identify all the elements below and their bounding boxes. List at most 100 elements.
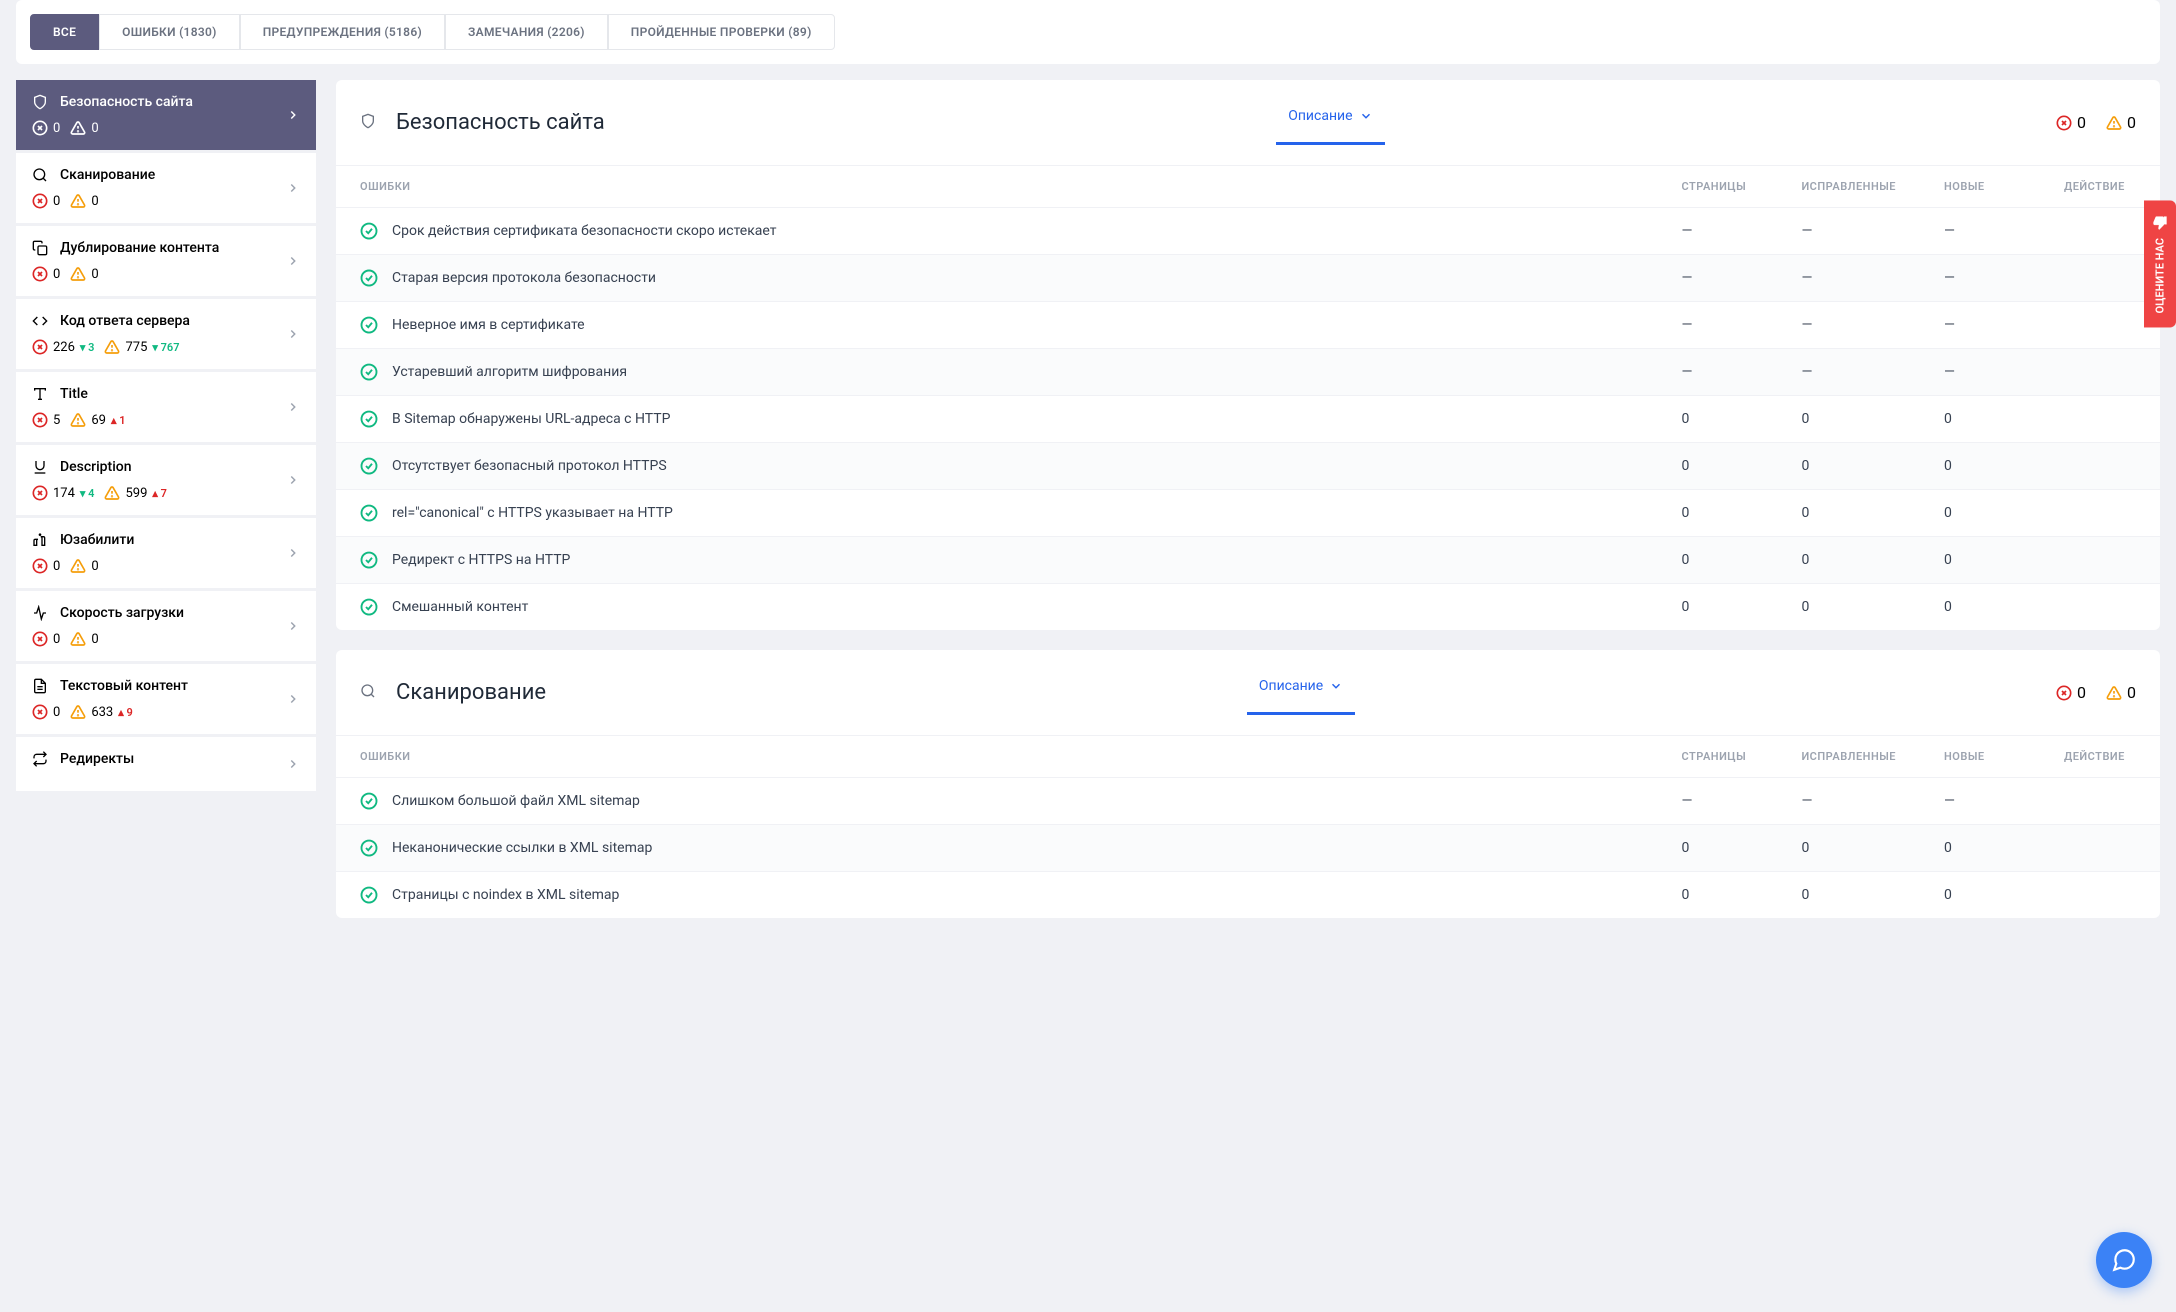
- sidebar-item-code[interactable]: Код ответа сервера 226▾ 3 775▾ 767: [16, 299, 316, 369]
- pages-count: 0: [1657, 825, 1777, 872]
- sidebar-item-label: Title: [60, 386, 88, 402]
- column-header: СТРАНИЦЫ: [1657, 736, 1777, 778]
- chevron-right-icon: [286, 327, 300, 341]
- check-icon: [360, 316, 378, 334]
- error-icon: [32, 412, 48, 428]
- table-row[interactable]: Слишком большой файл XML sitemap — — —: [336, 778, 2160, 825]
- check-icon: [360, 792, 378, 810]
- error-icon: [32, 120, 48, 136]
- action-cell: [2040, 537, 2160, 584]
- sidebar-item-label: Редиректы: [60, 751, 134, 767]
- error-icon: [32, 631, 48, 647]
- sidebar-item-underline[interactable]: Description 174▾ 4 599▴ 7: [16, 445, 316, 515]
- speed-icon: [32, 605, 48, 621]
- table-row[interactable]: Срок действия сертификата безопасности с…: [336, 208, 2160, 255]
- error-name: rel="canonical" с HTTPS указывает на HTT…: [392, 505, 673, 521]
- tab-ошибки-1830-[interactable]: ОШИБКИ (1830): [99, 14, 240, 50]
- warning-icon: [2106, 685, 2122, 701]
- pages-count: 0: [1657, 443, 1777, 490]
- sidebar-item-text[interactable]: Текстовый контент 0 633▴ 9: [16, 664, 316, 734]
- code-icon: [32, 313, 48, 329]
- new-count: 0: [1920, 537, 2040, 584]
- chevron-right-icon: [286, 181, 300, 195]
- section-warning-count: 0: [2127, 683, 2136, 702]
- sidebar-item-sparkle[interactable]: Юзабилити 0 0: [16, 518, 316, 588]
- chevron-right-icon: [286, 692, 300, 706]
- table-row[interactable]: Неканонические ссылки в XML sitemap 0 0 …: [336, 825, 2160, 872]
- error-name: В Sitemap обнаружены URL-адреса с HTTP: [392, 411, 670, 427]
- table-row[interactable]: Устаревший алгоритм шифрования — — —: [336, 349, 2160, 396]
- chevron-right-icon: [286, 619, 300, 633]
- warning-count: 633: [91, 705, 113, 720]
- feedback-button[interactable]: ОЦЕНИТЕ НАС: [2144, 200, 2176, 327]
- table-row[interactable]: В Sitemap обнаружены URL-адреса с HTTP 0…: [336, 396, 2160, 443]
- warning-icon: [70, 120, 86, 136]
- table-row[interactable]: Смешанный контент 0 0 0: [336, 584, 2160, 631]
- sidebar-item-shield[interactable]: Безопасность сайта 0 0: [16, 80, 316, 150]
- table-row[interactable]: Неверное имя в сертификате — — —: [336, 302, 2160, 349]
- fixed-count: —: [1777, 255, 1920, 302]
- table-row[interactable]: Отсутствует безопасный протокол HTTPS 0 …: [336, 443, 2160, 490]
- chevron-right-icon: [286, 757, 300, 771]
- sidebar-item-speed[interactable]: Скорость загрузки 0 0: [16, 591, 316, 661]
- column-header: ОШИБКИ: [336, 166, 1657, 208]
- warning-count: 599: [125, 486, 147, 501]
- description-tab[interactable]: Описание: [1247, 670, 1355, 715]
- column-header: ИСПРАВЛЕННЫЕ: [1777, 166, 1920, 208]
- feedback-label: ОЦЕНИТЕ НАС: [2154, 238, 2167, 313]
- check-icon: [360, 839, 378, 857]
- pages-count: 0: [1657, 396, 1777, 443]
- column-header: ИСПРАВЛЕННЫЕ: [1777, 736, 1920, 778]
- sidebar-item-label: Сканирование: [60, 167, 155, 183]
- sidebar-item-label: Текстовый контент: [60, 678, 188, 694]
- tab-замечания-2206-[interactable]: ЗАМЕЧАНИЯ (2206): [445, 14, 608, 50]
- chat-button[interactable]: [2096, 1232, 2152, 1288]
- new-count: 0: [1920, 584, 2040, 631]
- redirect-icon: [32, 751, 48, 767]
- fixed-count: —: [1777, 778, 1920, 825]
- sidebar-item-label: Код ответа сервера: [60, 313, 190, 329]
- sidebar-item-search[interactable]: Сканирование 0 0: [16, 153, 316, 223]
- pages-count: 0: [1657, 537, 1777, 584]
- warning-count: 0: [91, 559, 98, 574]
- tab-предупреждения-5186-[interactable]: ПРЕДУПРЕЖДЕНИЯ (5186): [240, 14, 445, 50]
- errors-table: ОШИБКИСТРАНИЦЫИСПРАВЛЕННЫЕНОВЫЕДЕЙСТВИЕ …: [336, 165, 2160, 630]
- sidebar-item-type[interactable]: Title 5 69▴ 1: [16, 372, 316, 442]
- underline-icon: [32, 459, 48, 475]
- text-icon: [32, 678, 48, 694]
- search-icon: [32, 167, 48, 183]
- main-content: Безопасность сайта Описание 0 0 ОШИБКИСТ…: [336, 80, 2160, 918]
- errors-table: ОШИБКИСТРАНИЦЫИСПРАВЛЕННЫЕНОВЫЕДЕЙСТВИЕ …: [336, 735, 2160, 918]
- check-icon: [360, 551, 378, 569]
- tab-пройденные-проверки-89-[interactable]: ПРОЙДЕННЫЕ ПРОВЕРКИ (89): [608, 14, 835, 50]
- fixed-count: 0: [1777, 396, 1920, 443]
- warning-count: 775: [125, 340, 147, 355]
- action-cell: [2040, 490, 2160, 537]
- error-name: Неверное имя в сертификате: [392, 317, 585, 333]
- section-title: Безопасность сайта: [396, 110, 605, 135]
- sparkle-icon: [32, 532, 48, 548]
- warning-count: 0: [91, 121, 98, 136]
- table-row[interactable]: Страницы с noindex в XML sitemap 0 0 0: [336, 872, 2160, 919]
- column-header: ДЕЙСТВИЕ: [2040, 736, 2160, 778]
- action-cell: [2040, 208, 2160, 255]
- pages-count: —: [1657, 778, 1777, 825]
- check-icon: [360, 504, 378, 522]
- description-tab[interactable]: Описание: [1276, 100, 1384, 145]
- fixed-count: —: [1777, 208, 1920, 255]
- action-cell: [2040, 255, 2160, 302]
- section-warning-count: 0: [2127, 113, 2136, 132]
- error-count: 226: [53, 340, 75, 355]
- sidebar-item-redirect[interactable]: Редиректы: [16, 737, 316, 791]
- new-count: 0: [1920, 872, 2040, 919]
- error-icon: [32, 485, 48, 501]
- sidebar-item-copy[interactable]: Дублирование контента 0 0: [16, 226, 316, 296]
- chevron-right-icon: [286, 254, 300, 268]
- table-row[interactable]: Старая версия протокола безопасности — —…: [336, 255, 2160, 302]
- error-icon: [2056, 685, 2072, 701]
- error-name: Редирект с HTTPS на HTTP: [392, 552, 570, 568]
- column-header: НОВЫЕ: [1920, 166, 2040, 208]
- table-row[interactable]: Редирект с HTTPS на HTTP 0 0 0: [336, 537, 2160, 584]
- table-row[interactable]: rel="canonical" с HTTPS указывает на HTT…: [336, 490, 2160, 537]
- tab-все[interactable]: ВСЕ: [30, 14, 99, 50]
